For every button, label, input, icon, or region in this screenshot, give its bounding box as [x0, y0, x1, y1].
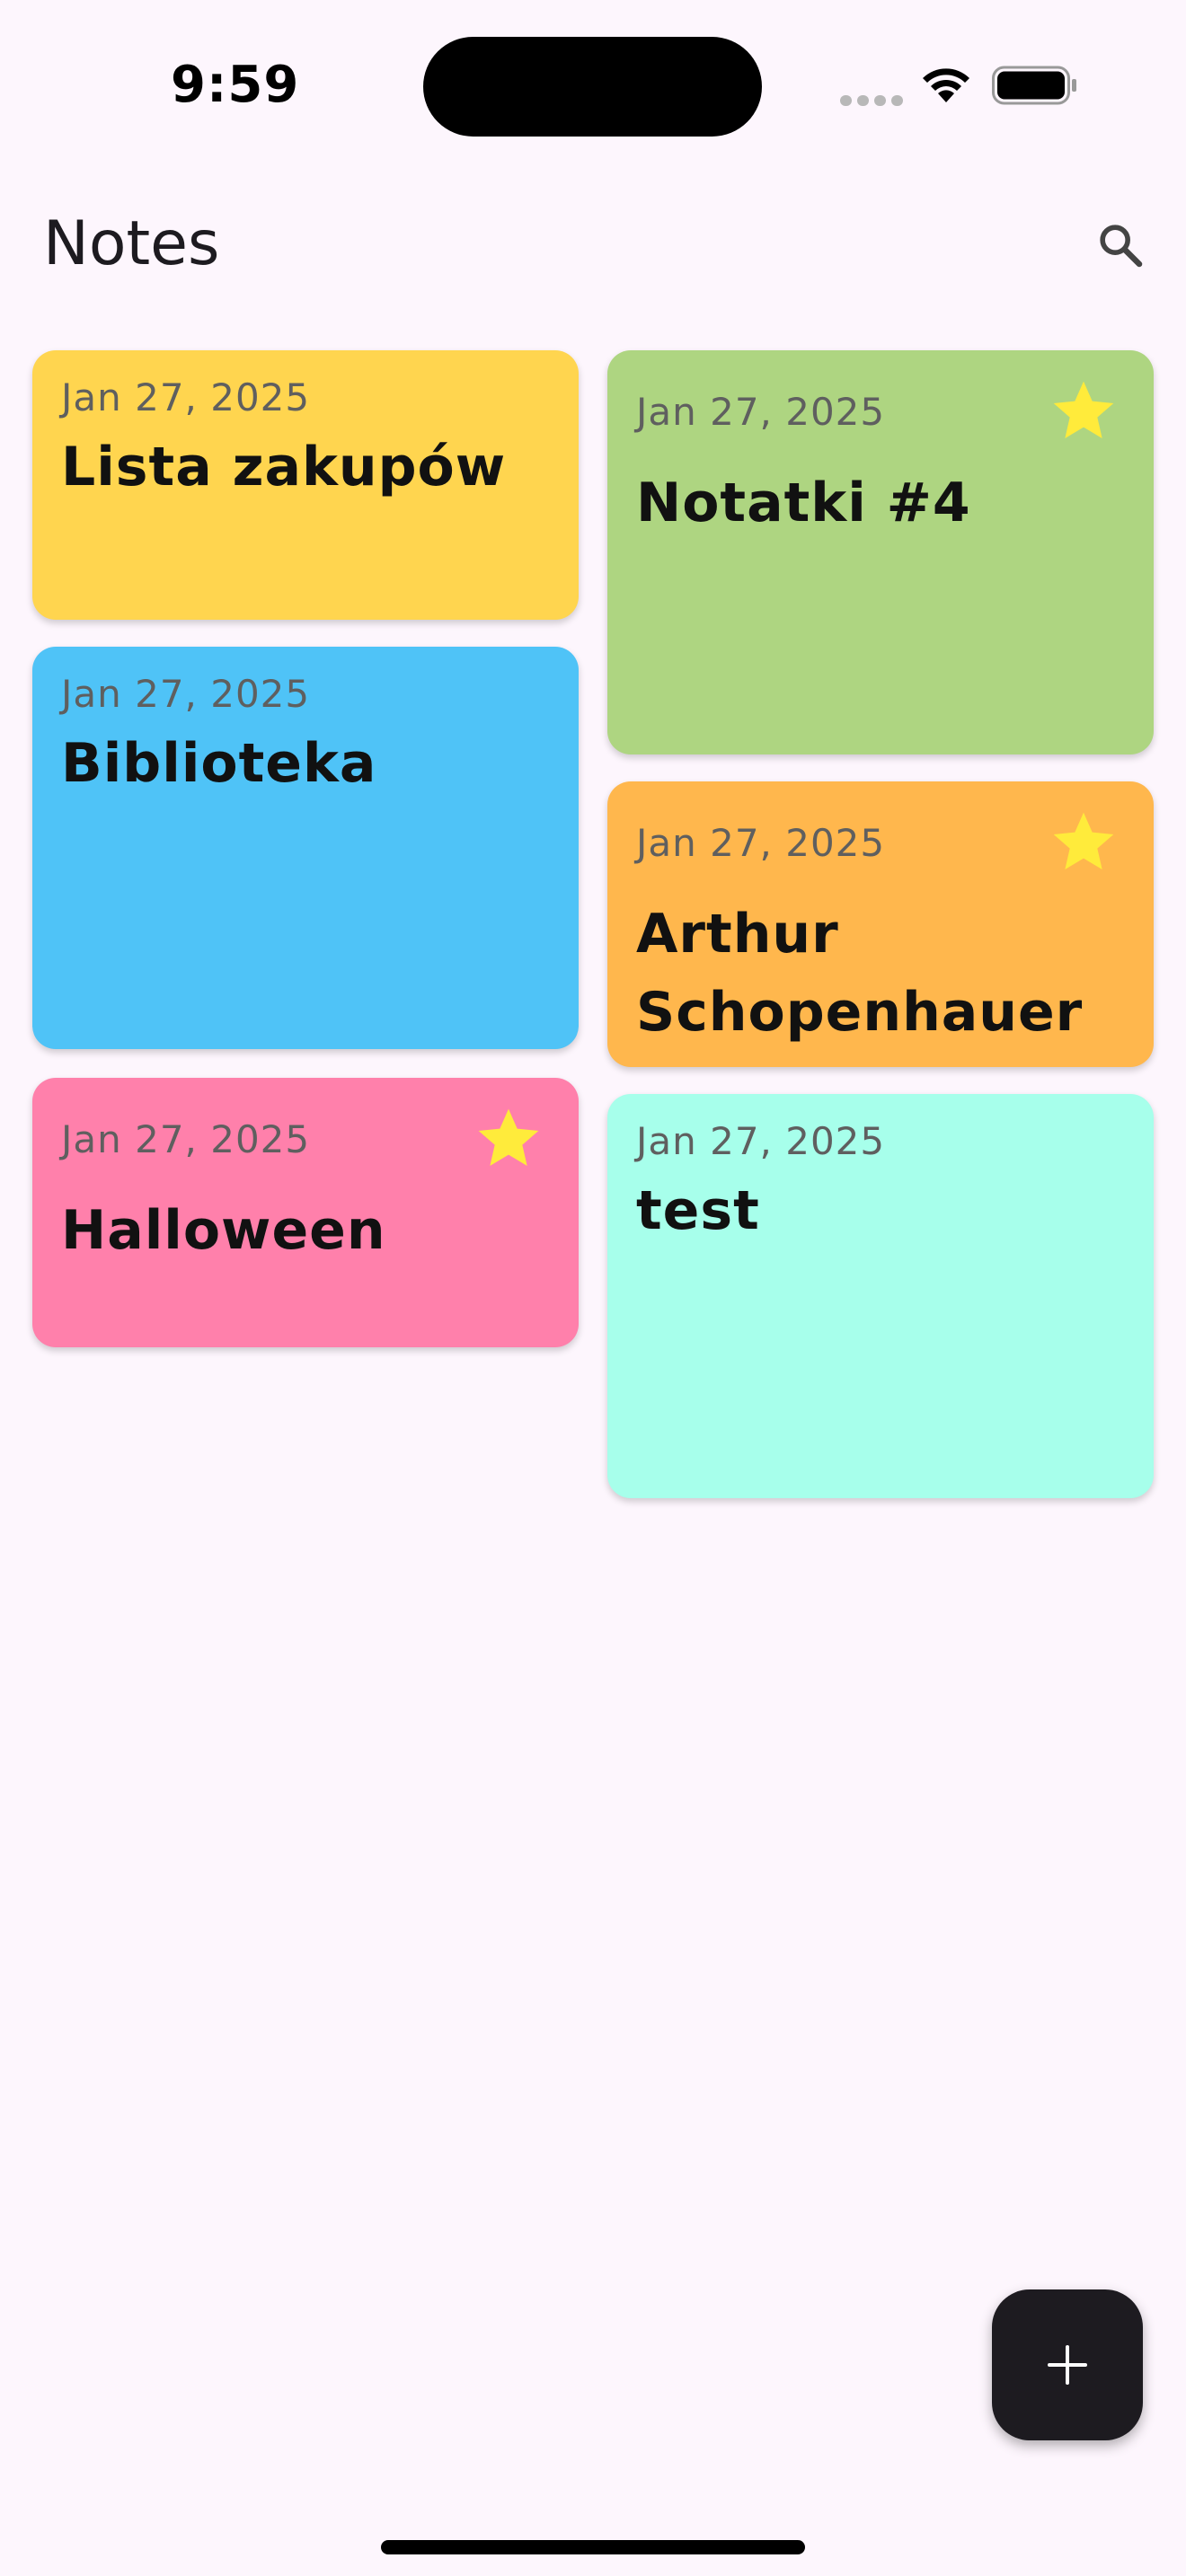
add-note-button[interactable] — [992, 2289, 1143, 2440]
status-bar-time: 9:59 — [171, 56, 300, 114]
star-icon[interactable] — [473, 1103, 544, 1175]
note-title: Lista zakupów — [61, 436, 507, 498]
note-title: Biblioteka — [61, 732, 377, 795]
note-card[interactable]: Jan 27, 2025 Notatki #4 — [607, 350, 1154, 754]
note-card[interactable]: Jan 27, 2025 test — [607, 1094, 1154, 1498]
home-indicator — [381, 2540, 805, 2554]
star-icon[interactable] — [1048, 807, 1120, 878]
dynamic-island — [423, 37, 762, 137]
search-icon — [1100, 225, 1143, 268]
star-icon[interactable] — [1048, 375, 1120, 447]
page-title: Notes — [43, 208, 220, 279]
cellular-signal-icon — [840, 95, 903, 106]
search-button[interactable] — [1087, 212, 1154, 278]
wifi-icon — [923, 68, 969, 102]
note-card[interactable]: Jan 27, 2025 Lista zakupów — [32, 350, 579, 620]
note-title: Halloween — [61, 1199, 386, 1262]
note-date: Jan 27, 2025 — [636, 1119, 886, 1163]
note-date: Jan 27, 2025 — [61, 672, 311, 716]
note-card[interactable]: Jan 27, 2025 Halloween — [32, 1078, 579, 1347]
battery-icon — [992, 66, 1076, 105]
note-title: Arthur Schopenhauer — [636, 903, 1084, 1044]
plus-icon — [1048, 2345, 1087, 2385]
note-title: Notatki #4 — [636, 472, 971, 534]
note-title: test — [636, 1179, 760, 1242]
note-card[interactable]: Jan 27, 2025 Arthur Schopenhauer — [607, 781, 1154, 1067]
note-date: Jan 27, 2025 — [61, 375, 311, 419]
note-card[interactable]: Jan 27, 2025 Biblioteka — [32, 647, 579, 1049]
